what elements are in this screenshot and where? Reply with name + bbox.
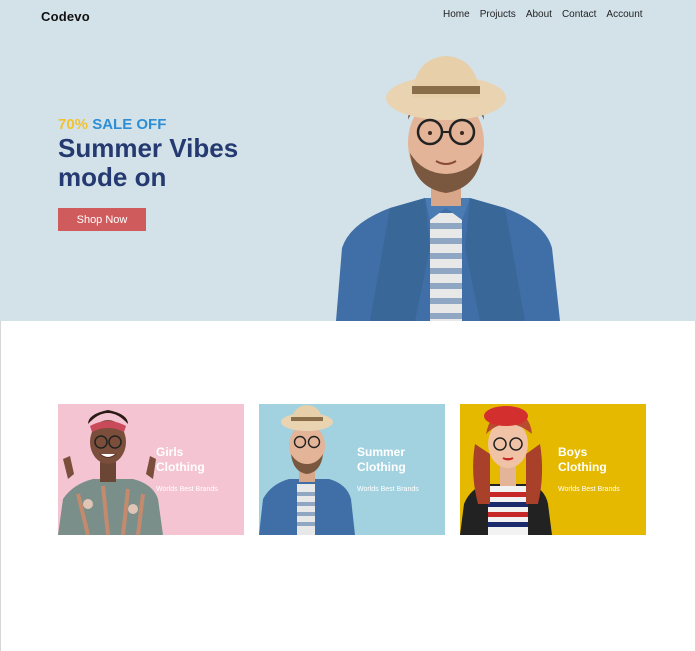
category-title: Girls Clothing	[156, 445, 236, 475]
category-title-line-2: Clothing	[156, 460, 205, 474]
hero-model-image	[336, 56, 560, 321]
nav-item-home[interactable]: Home	[443, 9, 470, 21]
category-title-line-2: Clothing	[357, 460, 406, 474]
hero-headline: Summer Vibes mode on	[58, 134, 278, 192]
headline-line-1: Summer Vibes	[58, 133, 239, 163]
sale-text: SALE OFF	[92, 116, 167, 133]
category-card-summer[interactable]: Summer Clothing Worlds Best Brands	[259, 404, 445, 535]
category-card-boys[interactable]: Boys Clothing Worlds Best Brands	[460, 404, 646, 535]
category-title: Boys Clothing	[558, 445, 638, 475]
category-subtitle: Worlds Best Brands	[357, 486, 419, 493]
nav-item-account[interactable]: Account	[606, 9, 642, 21]
category-title-line-2: Clothing	[558, 460, 607, 474]
boys-model-image	[460, 406, 552, 535]
category-title-line-1: Boys	[558, 445, 588, 459]
category-title-line-1: Summer	[357, 445, 406, 459]
category-title-line-1: Girls	[156, 445, 184, 459]
category-card-girls[interactable]: Girls Clothing Worlds Best Brands	[58, 404, 244, 535]
nav-item-projucts[interactable]: Projucts	[480, 9, 516, 21]
nav-item-about[interactable]: About	[526, 9, 552, 21]
category-subtitle: Worlds Best Brands	[558, 486, 620, 493]
hero-section: Codevo Home Projucts About Contact Accou…	[0, 0, 696, 321]
sale-percent: 70%	[58, 116, 89, 133]
shop-now-button[interactable]: Shop Now	[58, 208, 146, 231]
category-subtitle: Worlds Best Brands	[156, 486, 218, 493]
headline-line-2: mode on	[58, 162, 167, 192]
sale-tagline: 70% SALE OFF	[58, 116, 166, 134]
main-nav: Home Projucts About Contact Account	[443, 9, 643, 21]
summer-model-image	[259, 405, 355, 535]
brand-logo[interactable]: Codevo	[41, 9, 90, 24]
nav-item-contact[interactable]: Contact	[562, 9, 596, 21]
category-title: Summer Clothing	[357, 445, 437, 475]
girl-model-image	[58, 410, 163, 535]
